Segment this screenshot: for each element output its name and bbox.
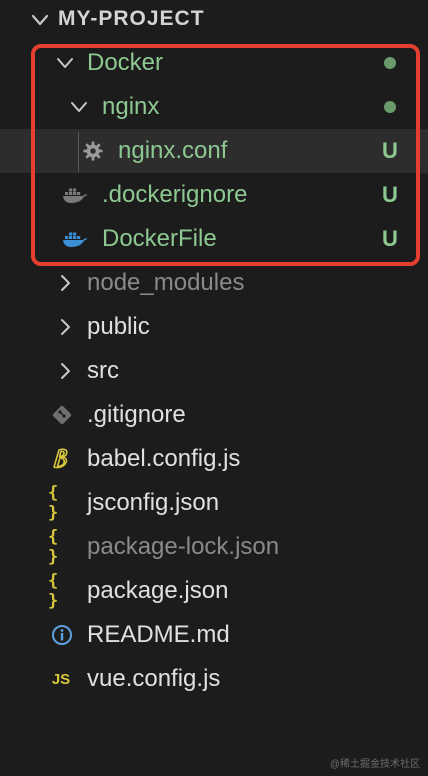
file-label: jsconfig.json (87, 489, 220, 516)
tree-item-package-lock[interactable]: { } package-lock.json (0, 525, 428, 569)
chevron-right-icon (61, 319, 70, 335)
tree-item-readme[interactable]: README.md (0, 613, 428, 657)
docker-icon (62, 226, 88, 252)
json-braces-icon: { } (48, 527, 59, 567)
project-title: MY-PROJECT (58, 7, 205, 30)
file-label: nginx.conf (118, 137, 228, 164)
tree-item-vue-config[interactable]: JS vue.config.js (0, 657, 428, 701)
chevron-down-icon[interactable] (30, 10, 50, 30)
javascript-icon: JS (51, 670, 71, 688)
watermark-text: @稀土掘金技术社区 (329, 759, 420, 770)
tree-item-nginx-folder[interactable]: nginx (0, 85, 428, 129)
tree-item-docker-folder[interactable]: Docker (0, 41, 428, 85)
file-label: .dockerignore (102, 181, 248, 208)
file-label: package-lock.json (87, 533, 280, 560)
tree-item-babel-config[interactable]: babel.config.js (0, 437, 428, 481)
info-icon (49, 622, 75, 648)
untracked-badge: U (382, 182, 398, 207)
chevron-right-icon (61, 363, 70, 379)
untracked-badge: U (382, 138, 398, 163)
explorer-header[interactable]: MY-PROJECT (0, 0, 428, 40)
indent-guide (78, 132, 79, 172)
file-label: DockerFile (102, 225, 217, 252)
git-icon (49, 402, 75, 428)
untracked-badge: U (382, 226, 398, 251)
folder-label: Docker (87, 49, 164, 76)
file-label: README.md (87, 621, 230, 648)
modified-dot-indicator (384, 57, 396, 69)
tree-item-nginx-conf[interactable]: nginx.conf U (0, 129, 428, 173)
gear-icon (80, 138, 106, 164)
tree-item-src-folder[interactable]: src (0, 349, 428, 393)
tree-item-jsconfig[interactable]: { } jsconfig.json (0, 481, 428, 525)
file-label: vue.config.js (87, 665, 221, 692)
folder-label: public (87, 313, 150, 340)
tree-item-gitignore[interactable]: .gitignore (0, 393, 428, 437)
tree-item-dockerfile[interactable]: DockerFile U (0, 217, 428, 261)
file-label: package.json (87, 577, 229, 604)
folder-label: src (87, 357, 119, 384)
folder-label: nginx (102, 93, 160, 120)
json-braces-icon: { } (48, 571, 59, 611)
chevron-down-icon (57, 58, 73, 68)
tree-item-public-folder[interactable]: public (0, 305, 428, 349)
modified-dot-indicator (384, 101, 396, 113)
chevron-right-icon (61, 275, 70, 291)
babel-icon (49, 446, 75, 472)
tree-item-dockerignore[interactable]: .dockerignore U (0, 173, 428, 217)
json-braces-icon: { } (48, 483, 59, 523)
explorer-panel: MY-PROJECT Docker nginx nginx.conf U .do… (0, 0, 428, 776)
tree-item-package-json[interactable]: { } package.json (0, 569, 428, 613)
tree-item-node-modules-folder[interactable]: node_modules (0, 261, 428, 305)
docker-icon (62, 182, 88, 208)
chevron-down-icon (71, 102, 87, 112)
folder-label: node_modules (87, 269, 245, 296)
file-label: babel.config.js (87, 445, 241, 472)
file-label: .gitignore (87, 401, 186, 428)
